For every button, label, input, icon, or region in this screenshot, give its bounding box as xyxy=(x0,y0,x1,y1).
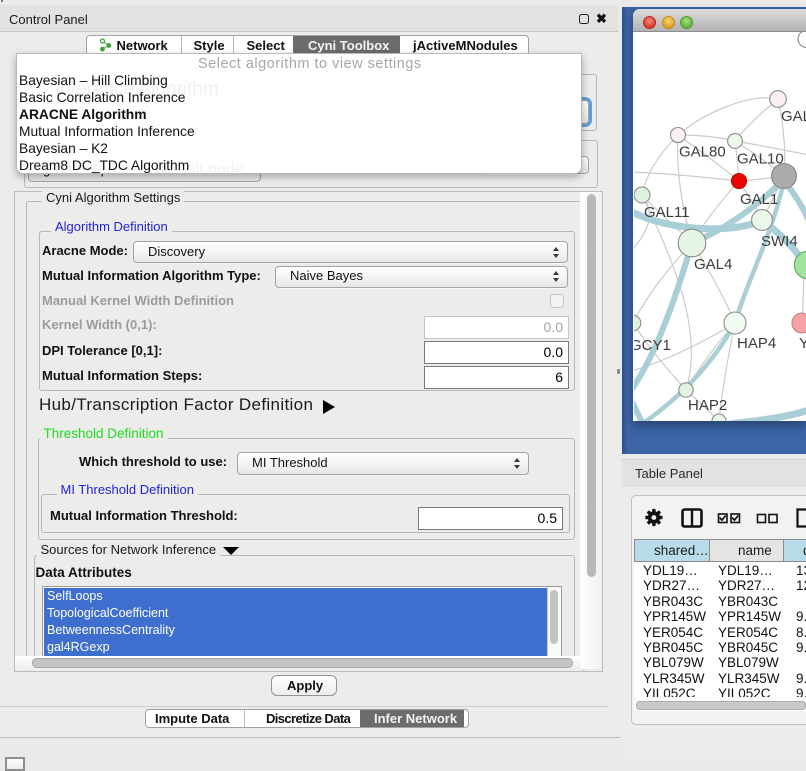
svg-text:GAL4: GAL4 xyxy=(694,256,732,273)
svg-text:GAL80: GAL80 xyxy=(679,144,726,161)
svg-text:SWI4: SWI4 xyxy=(761,233,798,250)
svg-text:HAP2: HAP2 xyxy=(688,397,727,414)
svg-text:HAP4: HAP4 xyxy=(737,335,776,352)
svg-text:GAL11: GAL11 xyxy=(644,204,690,221)
svg-text:GCY1: GCY1 xyxy=(634,337,671,354)
svg-text:GAL1: GAL1 xyxy=(740,191,778,208)
svg-text:GAL10: GAL10 xyxy=(737,151,784,168)
svg-text:YB: YB xyxy=(799,335,806,352)
svg-text:GAL7: GAL7 xyxy=(781,108,806,125)
